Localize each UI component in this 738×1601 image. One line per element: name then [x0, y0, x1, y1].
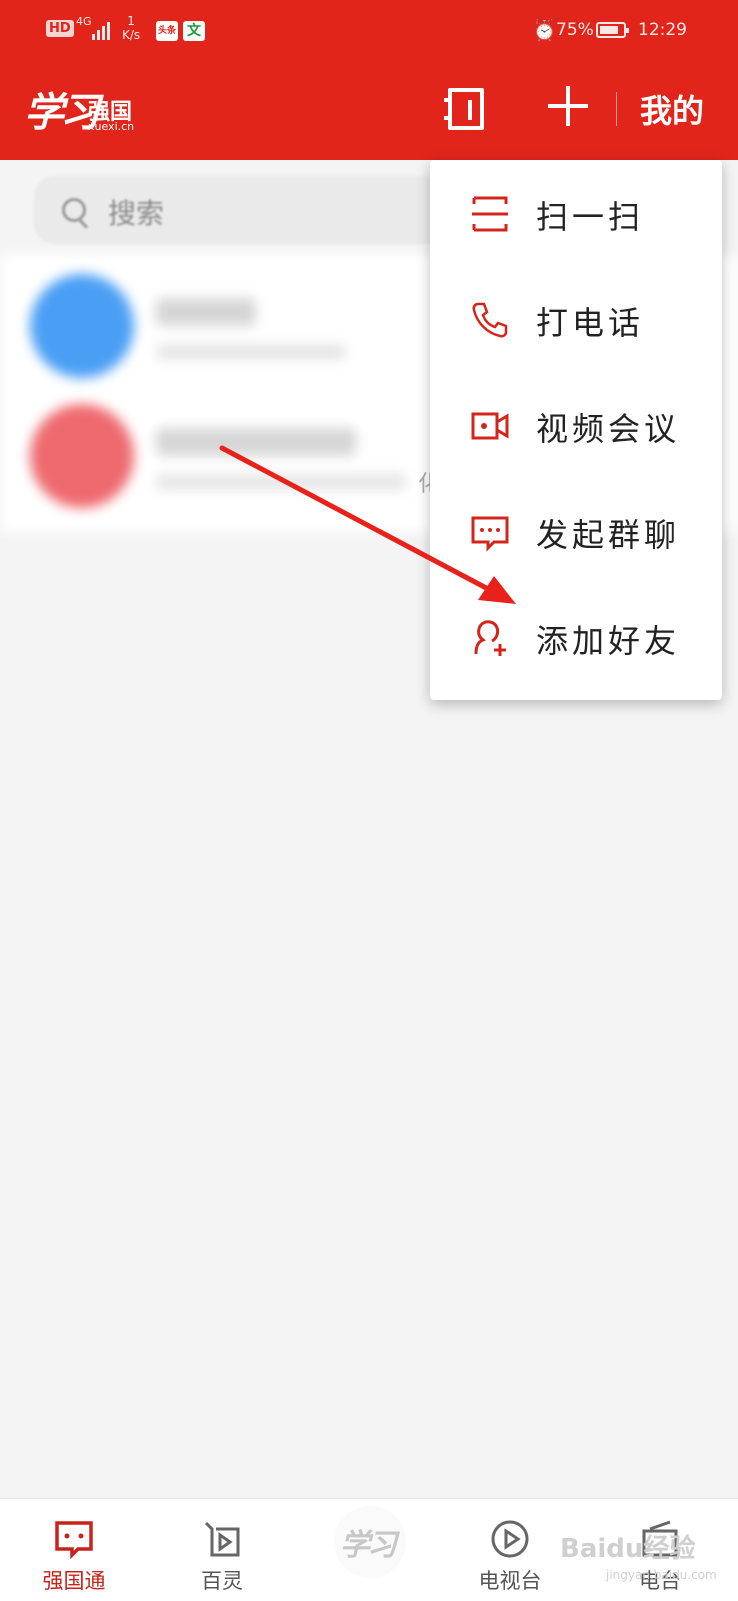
tab-xuexi-center[interactable]: 学习 — [334, 1506, 406, 1578]
mine-button[interactable]: 我的 — [640, 86, 704, 132]
menu-label-group-chat: 发起群聊 — [536, 516, 681, 554]
menu-label-scan: 扫一扫 — [536, 198, 645, 236]
blurred-title — [156, 428, 356, 456]
tab-label: 百灵 — [201, 1569, 243, 1593]
group-chat-icon — [471, 516, 509, 552]
divider — [616, 92, 617, 126]
phone-icon — [472, 302, 508, 338]
scan-icon — [472, 196, 508, 232]
blurred-preview — [156, 344, 346, 360]
search-placeholder: 搜索 — [108, 197, 165, 230]
battery-percentage: 75% — [556, 20, 594, 40]
tab-bailing[interactable]: 百灵 — [152, 1499, 292, 1601]
status-bar: HD 4G 1 K/s 头条 文 ⏰ 75% 12:29 — [0, 0, 738, 62]
avatar — [30, 274, 134, 378]
xuexi-logo: 学习 强国 xuexi.cn — [24, 80, 134, 138]
tab-label: 电视台 — [478, 1569, 542, 1593]
tab-label: 强国通 — [42, 1569, 106, 1593]
tab-tv[interactable]: 电视台 — [440, 1499, 580, 1601]
hd-badge: HD — [46, 20, 74, 37]
logo-script: 学习 — [24, 89, 100, 136]
menu-item-video-meeting[interactable]: 视频会议 — [430, 372, 722, 480]
menu-item-add-friend[interactable]: 添加好友 — [430, 584, 722, 692]
alarm-icon: ⏰ — [532, 18, 557, 42]
network-speed: 1 K/s — [122, 14, 140, 42]
signal-icon — [92, 20, 110, 40]
search-bar[interactable]: 搜索 — [34, 176, 464, 244]
menu-item-group-chat[interactable]: 发起群聊 — [430, 478, 722, 586]
menu-item-scan[interactable]: 扫一扫 — [430, 160, 722, 268]
menu-item-call[interactable]: 打电话 — [430, 266, 722, 374]
network-speed-unit: K/s — [122, 28, 141, 42]
app-header: 学习 强国 xuexi.cn 我的 — [0, 62, 738, 160]
wen-notification-icon: 文 — [183, 21, 205, 41]
chat-bubble-icon — [55, 1521, 93, 1559]
watermark-url: jingyan.baidu.com — [606, 1568, 717, 1582]
play-square-icon — [204, 1521, 240, 1557]
network-speed-value: 1 — [127, 14, 135, 28]
menu-label-add-friend: 添加好友 — [536, 622, 681, 660]
add-friend-icon — [474, 620, 506, 656]
battery-icon — [596, 22, 629, 38]
menu-label-video-meeting: 视频会议 — [536, 410, 681, 448]
tab-qiangguotong[interactable]: 强国通 — [4, 1499, 144, 1601]
avatar — [30, 404, 134, 508]
plus-dropdown-menu: 扫一扫 打电话 视频会议 发起群聊 添加好友 — [430, 160, 722, 700]
toutiao-notification-icon: 头条 — [156, 21, 178, 41]
contacts-book-icon[interactable] — [444, 88, 484, 130]
plus-icon[interactable] — [548, 86, 588, 126]
video-call-icon — [471, 412, 509, 440]
search-icon — [62, 198, 86, 222]
menu-label-call: 打电话 — [536, 304, 645, 342]
watermark: Baidu经验 — [560, 1534, 696, 1564]
network-type: 4G — [76, 15, 92, 28]
play-circle-icon — [491, 1520, 529, 1558]
clock: 12:29 — [638, 20, 687, 40]
blurred-preview — [156, 474, 406, 490]
logo-domain: xuexi.cn — [88, 120, 135, 133]
xuexi-logo-icon: 学习 — [340, 1528, 397, 1563]
blurred-title — [156, 298, 256, 326]
